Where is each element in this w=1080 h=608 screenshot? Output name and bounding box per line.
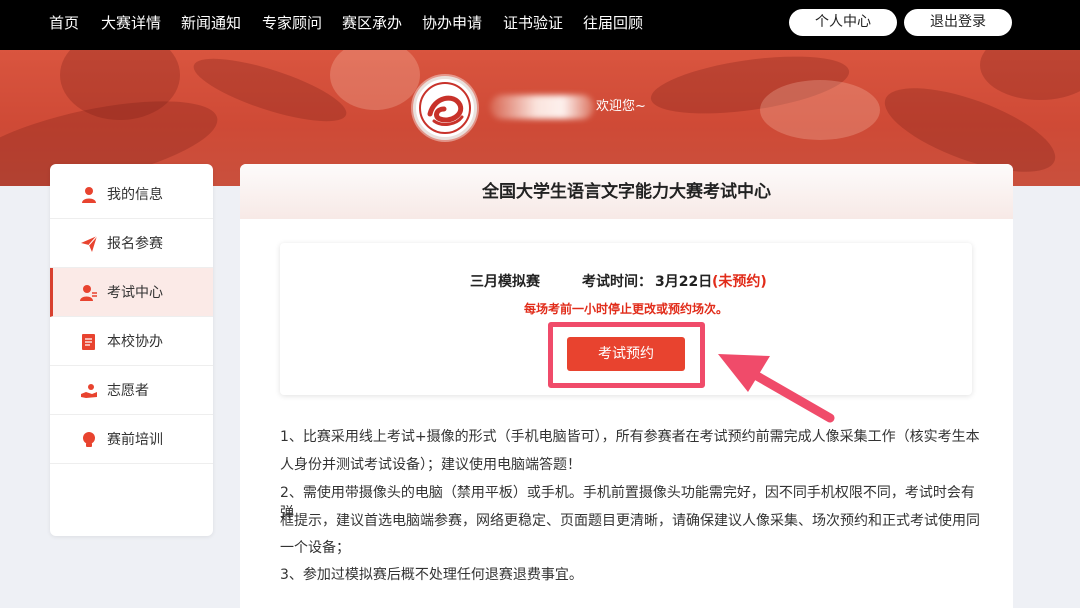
nav-link-certificate-verify[interactable]: 证书验证 xyxy=(503,13,563,33)
brush-stroke xyxy=(330,50,420,110)
user-center-button[interactable]: 个人中心 xyxy=(789,9,897,36)
competition-logo xyxy=(413,76,477,140)
nav-link-co-host-application[interactable]: 协办申请 xyxy=(422,13,482,33)
notice-line: 框提示，建议首选电脑端参赛，网络更稳定、页面题目更清晰，请确保建议人像采集、场次… xyxy=(280,513,980,529)
sidebar-item-label: 志愿者 xyxy=(107,383,149,399)
paper-plane-icon xyxy=(80,235,98,253)
exam-user-icon xyxy=(80,284,98,302)
notice-line: 一个设备； xyxy=(280,540,350,556)
sidebar-item-my-info[interactable]: 我的信息 xyxy=(50,170,213,219)
top-navigation-bar: 首页 大赛详情 新闻通知 专家顾问 赛区承办 协办申请 证书验证 往届回顾 个人… xyxy=(0,0,1080,50)
sidebar-item-registration[interactable]: 报名参赛 xyxy=(50,219,213,268)
book-exam-button[interactable]: 考试预约 xyxy=(567,337,685,371)
blurred-username xyxy=(490,95,594,119)
notice-line: 3、参加过模拟赛后概不处理任何退赛退费事宜。 xyxy=(280,567,583,583)
sidebar-item-label: 本校协办 xyxy=(107,334,163,350)
nav-link-news[interactable]: 新闻通知 xyxy=(181,13,241,33)
nav-link-home[interactable]: 首页 xyxy=(49,13,79,33)
logout-button[interactable]: 退出登录 xyxy=(904,9,1012,36)
exam-card: 三月模拟赛 考试时间： 3月22日 (未预约) 每场考前一小时停止更改或预约场次… xyxy=(280,243,972,395)
sidebar-item-label: 赛前培训 xyxy=(107,432,163,448)
nav-link-competition-details[interactable]: 大赛详情 xyxy=(101,13,161,33)
exam-time-label: 考试时间： xyxy=(582,274,652,290)
welcome-text: 欢迎您~ xyxy=(596,99,646,114)
helping-hand-icon xyxy=(80,382,98,400)
pointer-arrow-icon xyxy=(718,354,835,423)
exam-status-badge: (未预约) xyxy=(712,274,767,290)
sidebar-item-label: 报名参赛 xyxy=(107,236,163,252)
sidebar-item-label: 我的信息 xyxy=(107,187,163,203)
exam-name: 三月模拟赛 xyxy=(470,274,540,290)
exam-deadline-note: 每场考前一小时停止更改或预约场次。 xyxy=(523,302,728,316)
brush-stroke xyxy=(760,80,880,140)
nav-link-divisions[interactable]: 赛区承办 xyxy=(342,13,402,33)
exam-time-value: 3月22日 xyxy=(655,274,713,290)
sidebar-item-label: 考试中心 xyxy=(107,285,163,301)
nav-link-past-review[interactable]: 往届回顾 xyxy=(583,13,643,33)
nav-link-experts[interactable]: 专家顾问 xyxy=(262,13,322,33)
panel-header: 全国大学生语言文字能力大赛考试中心 xyxy=(240,164,1013,219)
sidebar-item-volunteer[interactable]: 志愿者 xyxy=(50,366,213,415)
document-icon xyxy=(80,333,98,351)
sidebar-menu: 我的信息 报名参赛 考试中心 本校协办 志愿者 赛前培训 xyxy=(50,164,213,536)
sidebar-item-pre-training[interactable]: 赛前培训 xyxy=(50,415,213,464)
page-title: 全国大学生语言文字能力大赛考试中心 xyxy=(482,182,771,202)
sidebar-item-school-cohost[interactable]: 本校协办 xyxy=(50,317,213,366)
lightbulb-icon xyxy=(80,431,98,449)
exam-center-panel: 全国大学生语言文字能力大赛考试中心 三月模拟赛 考试时间： 3月22日 (未预约… xyxy=(240,164,1013,608)
sidebar-item-exam-center[interactable]: 考试中心 xyxy=(50,268,213,317)
brush-stroke xyxy=(980,50,1080,100)
notice-line: 人身份并测试考试设备）；建议使用电脑端答题！ xyxy=(280,457,581,473)
notice-line: 1、比赛采用线上考试+摄像的形式（手机电脑皆可），所有参赛者在考试预约前需完成人… xyxy=(280,429,980,445)
user-icon xyxy=(80,186,98,204)
